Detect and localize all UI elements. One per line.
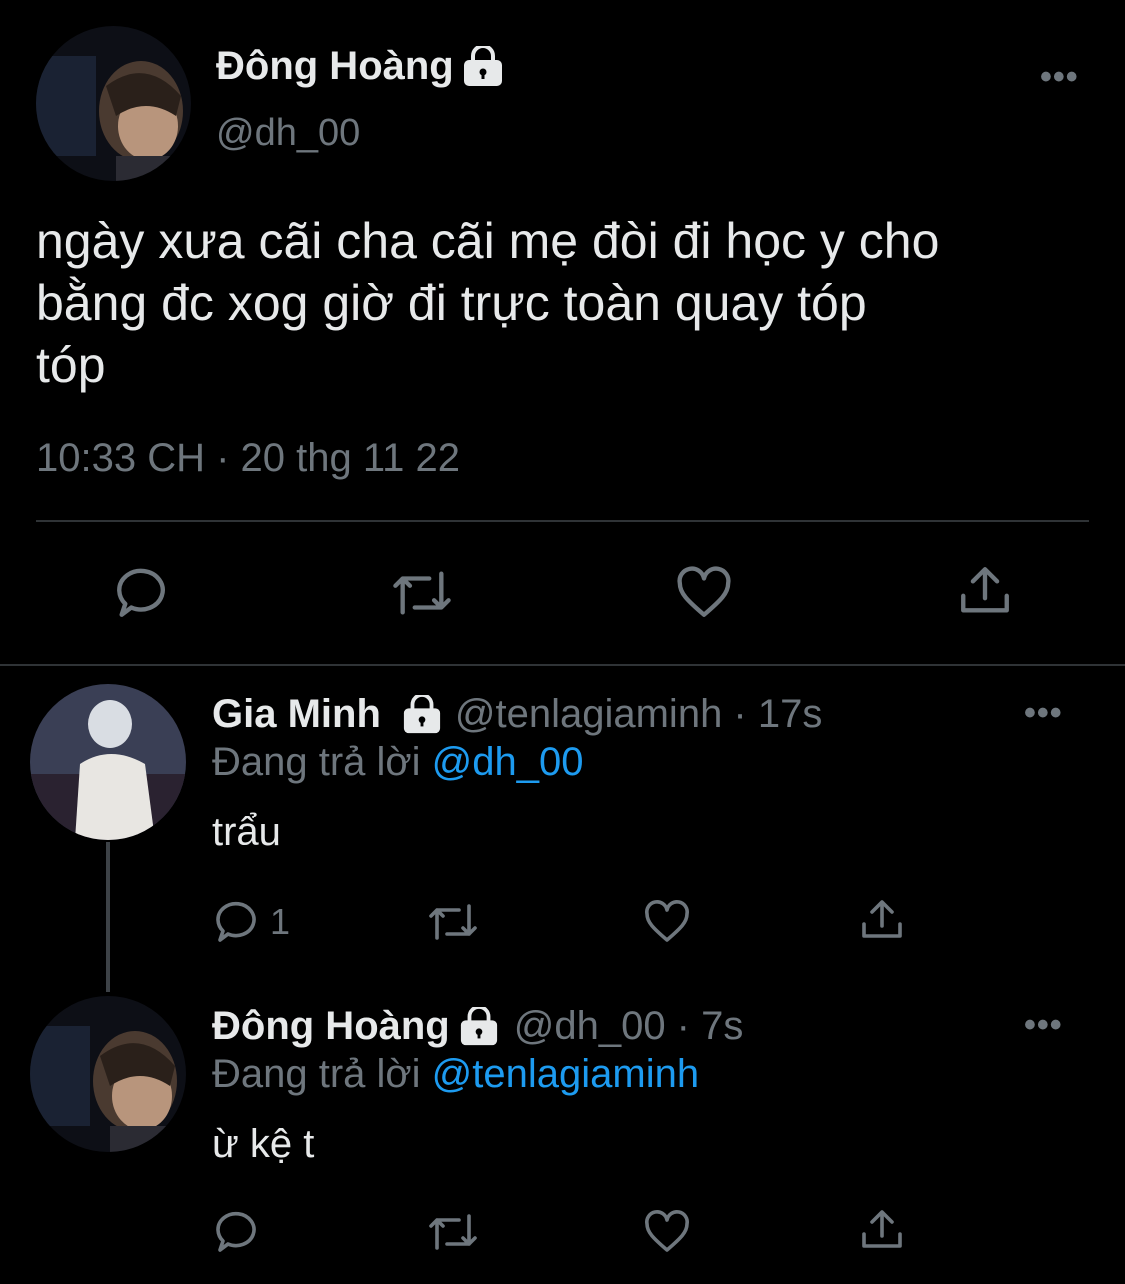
main-avatar[interactable]: [36, 26, 191, 181]
share-icon: [862, 900, 902, 938]
reply1-retweet-button[interactable]: [424, 898, 482, 946]
reply1-avatar[interactable]: [30, 684, 186, 840]
reply1-replying-to: Đang trả lời @dh_00: [212, 740, 584, 785]
tweet-text-line: bằng đc xog giờ đi trực toàn quay tóp: [36, 275, 867, 331]
replying-prefix: Đang trả lời: [212, 1052, 421, 1096]
retweet-icon: [429, 904, 477, 940]
reply2-mention-link[interactable]: @tenlagiaminh: [432, 1052, 699, 1096]
reply1-like-button[interactable]: [642, 898, 692, 946]
divider: [36, 520, 1089, 522]
reply-icon: [117, 568, 165, 617]
more-icon[interactable]: •••: [1024, 694, 1063, 733]
reply1-share-button[interactable]: [858, 896, 906, 944]
more-icon[interactable]: •••: [1024, 1006, 1063, 1045]
main-like-button[interactable]: [674, 564, 734, 622]
main-display-name[interactable]: Đông Hoàng: [216, 44, 504, 89]
reply1-display-name[interactable]: Gia Minh: [212, 692, 381, 737]
reply2-handle-time[interactable]: @dh_00 · 7s: [514, 1004, 744, 1049]
main-reply-button[interactable]: [112, 564, 170, 622]
reply2-reply-button[interactable]: [212, 1208, 260, 1256]
share-icon: [862, 1210, 902, 1248]
reply2-avatar[interactable]: [30, 996, 186, 1152]
share-icon: [961, 567, 1009, 613]
reply1-reply-button[interactable]: 1: [212, 898, 290, 946]
retweet-icon: [429, 1214, 477, 1250]
reply2-replying-to: Đang trả lời @tenlagiaminh: [212, 1052, 699, 1097]
tweet-text-line: tóp: [36, 337, 106, 393]
reply1-text: trẩu: [212, 810, 281, 854]
reply-icon: [216, 1211, 256, 1252]
tweet-text-line: ngày xưa cãi cha cãi mẹ đòi đi học y cho: [36, 213, 940, 269]
reply1-header: Gia Minh @tenlagiaminh · 17s: [212, 692, 822, 737]
reply2-like-button[interactable]: [642, 1208, 692, 1256]
reply1-mention-link[interactable]: @dh_00: [432, 740, 584, 784]
lock-icon: [401, 694, 443, 735]
like-icon: [645, 900, 689, 942]
main-timestamp[interactable]: 10:33 CH · 20 thg 11 22: [36, 436, 460, 481]
section-divider: [0, 664, 1125, 666]
main-retweet-button[interactable]: [388, 564, 456, 622]
reply2-share-button[interactable]: [858, 1206, 906, 1254]
replying-prefix: Đang trả lời: [212, 740, 421, 784]
reply2-header: Đông Hoàng @dh_00 · 7s: [212, 1004, 743, 1049]
more-icon[interactable]: •••: [1040, 58, 1079, 97]
main-handle[interactable]: @dh_00: [216, 112, 360, 155]
main-share-button[interactable]: [956, 562, 1014, 620]
reply2-text: ừ kệ t: [212, 1122, 315, 1166]
reply2-retweet-button[interactable]: [424, 1208, 482, 1256]
reply2-display-name[interactable]: Đông Hoàng: [212, 1004, 450, 1049]
retweet-icon: [393, 571, 451, 615]
like-icon: [677, 566, 731, 617]
like-icon: [645, 1210, 689, 1252]
main-display-name-text[interactable]: Đông Hoàng: [216, 44, 454, 89]
lock-icon: [462, 45, 504, 88]
lock-icon: [458, 1006, 500, 1047]
main-tweet-text: ngày xưa cãi cha cãi mẹ đòi đi học y cho…: [36, 210, 939, 396]
thread-line: [106, 842, 110, 992]
reply-count: 1: [270, 901, 291, 942]
reply1-handle-time[interactable]: @tenlagiaminh · 17s: [455, 692, 822, 737]
reply-icon: [216, 901, 256, 942]
